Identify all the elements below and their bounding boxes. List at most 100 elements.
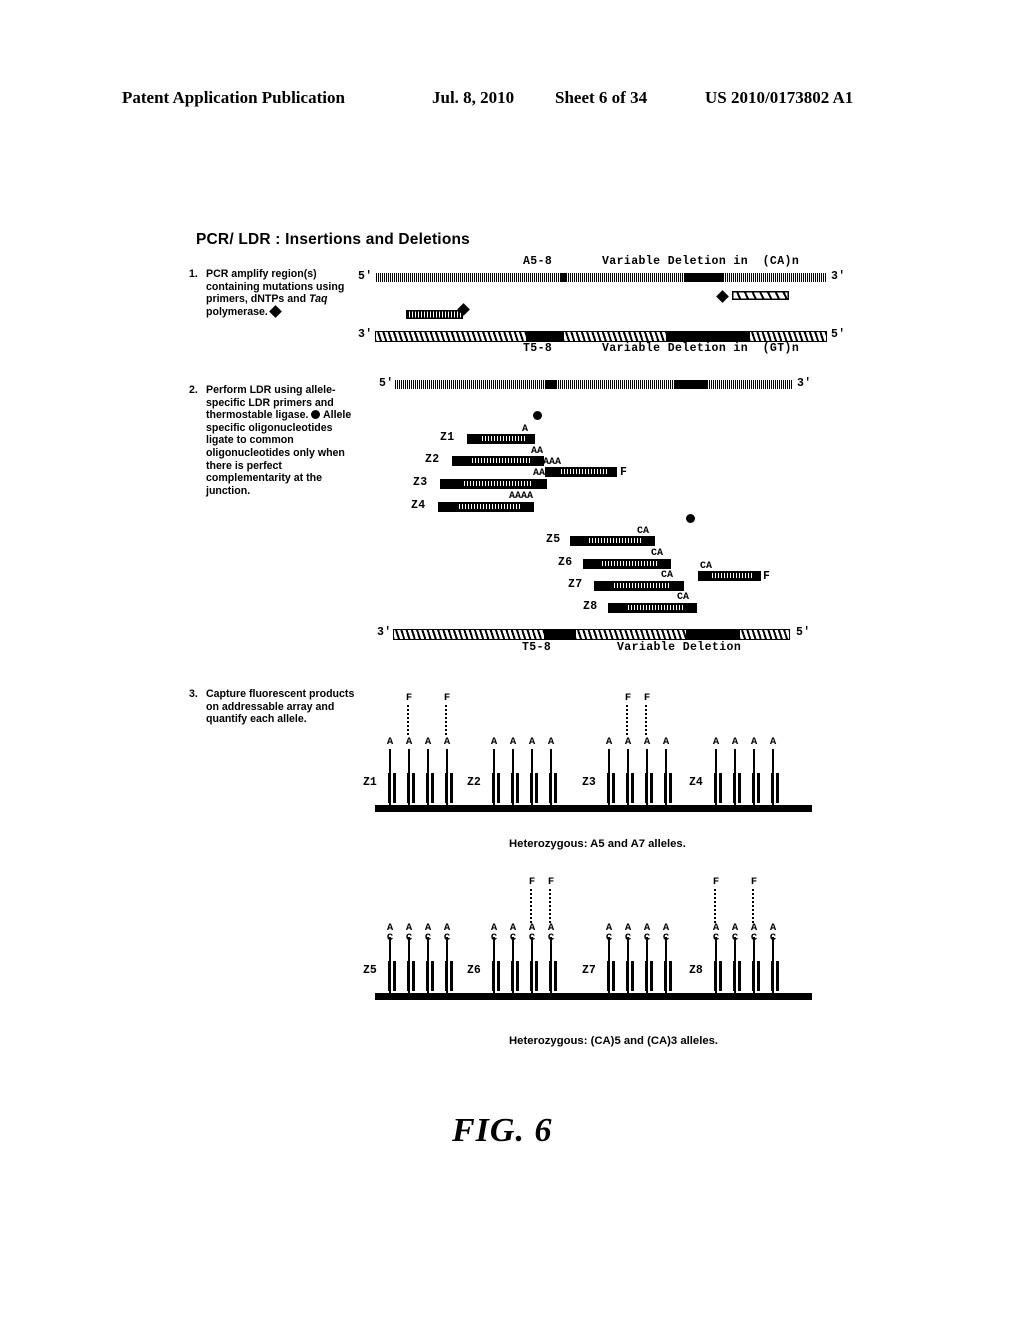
array-group-label: Z1 (363, 776, 377, 789)
hairpin-stem (738, 961, 741, 991)
hairpin-stem (412, 961, 415, 991)
hairpin-base-label: AC (386, 922, 394, 944)
hairpin-stem (631, 961, 634, 991)
hairpin-base-label: AC (662, 922, 670, 944)
hairpin-base-label: AC (731, 922, 739, 944)
hairpin-base-label: AC (712, 922, 720, 944)
hairpin-stem (516, 773, 519, 803)
hairpin-base-label: A (386, 736, 394, 748)
step2-bottom-allele-label: T5-8 (522, 641, 552, 654)
hairpin-base-label: AC (405, 922, 413, 944)
step2-common-b-oligo (698, 571, 761, 581)
step2-bottom-5prime: 5' (796, 626, 811, 639)
step1-right-primer-diamond-icon (716, 290, 729, 303)
hairpin-stem (752, 773, 755, 803)
diamond-marker-icon (268, 304, 282, 318)
hairpin-tail (665, 749, 667, 774)
hairpin-base-label: AC (605, 922, 613, 944)
hairpin-stem (549, 773, 552, 803)
figure-title: PCR/ LDR : Insertions and Deletions (196, 231, 470, 248)
hairpin-tail (753, 749, 755, 774)
step-3-text: 3. Capture fluorescent products on addre… (189, 688, 359, 726)
hairpin-tail (446, 749, 448, 774)
step-3-body: Capture fluorescent products on addressa… (206, 688, 355, 726)
hairpin-tail (646, 749, 648, 774)
hairpin-stem (450, 773, 453, 803)
fluorescent-label: F (624, 692, 632, 704)
step-1-text: 1. PCR amplify region(s) containing muta… (189, 268, 359, 318)
hairpin-base-label: A (547, 736, 555, 748)
hairpin-stem (733, 773, 736, 803)
step2-z4-oligo (438, 502, 534, 512)
hairpin-tail (512, 749, 514, 774)
hairpin-tail (627, 749, 629, 774)
hairpin-stem (497, 961, 500, 991)
hairpin-stem (445, 773, 448, 803)
hairpin-base-label: A (769, 736, 777, 748)
step2-bottom-deletion-label: Variable Deletion (617, 641, 742, 654)
hairpin-stem (669, 961, 672, 991)
hairpin-base-label: A (509, 736, 517, 748)
hairpin-stem (426, 773, 429, 803)
fluorescent-label: F (547, 876, 555, 888)
hairpin-stem (719, 961, 722, 991)
hairpin-stem (607, 961, 610, 991)
hairpin-stem (714, 961, 717, 991)
hairpin-tail (550, 749, 552, 774)
fluorescent-linker (407, 705, 409, 737)
fluorescent-linker (752, 889, 754, 923)
hairpin-base-label: A (712, 736, 720, 748)
hairpin-base-label: A (750, 736, 758, 748)
hairpin-stem (757, 773, 760, 803)
step2-common-a-fluor: F (620, 466, 628, 479)
hairpin-stem (669, 773, 672, 803)
hairpin-base-label: AC (490, 922, 498, 944)
hairpin-tail (427, 749, 429, 774)
step2-z1-oligo (467, 434, 535, 444)
hairpin-stem (757, 961, 760, 991)
fluorescent-label: F (405, 692, 413, 704)
step-2-body: Perform LDR using allele-specific LDR pr… (206, 384, 352, 497)
step2-top-5prime: 5' (379, 377, 394, 390)
step2-z3-zip: Z3 (413, 476, 428, 489)
hairpin-stem (664, 773, 667, 803)
hairpin-stem (733, 961, 736, 991)
hairpin-base-label: A (405, 736, 413, 748)
circle-marker-icon (311, 410, 321, 420)
step2-z7-oligo (594, 581, 684, 591)
fluorescent-linker (714, 889, 716, 923)
array-group-label: Z6 (467, 964, 481, 977)
hairpin-stem (650, 773, 653, 803)
step-1-body: PCR amplify region(s) containing mutatio… (206, 268, 345, 318)
step1-top-strand (375, 273, 827, 282)
hairpin-stem (650, 961, 653, 991)
figure-caption: FIG. 6 (452, 1112, 553, 1149)
hairpin-stem (776, 961, 779, 991)
hairpin-base-label: A (643, 736, 651, 748)
fluorescent-linker (626, 705, 628, 737)
hairpin-stem (645, 961, 648, 991)
hairpin-base-label: A (731, 736, 739, 748)
hairpin-stem (612, 773, 615, 803)
step2-template-bottom-strand (393, 629, 790, 640)
fluorescent-label: F (712, 876, 720, 888)
hairpin-stem (631, 773, 634, 803)
hairpin-base-label: AC (643, 922, 651, 944)
fluorescent-linker (645, 705, 647, 737)
header-sheet: Sheet 6 of 34 (555, 88, 648, 107)
array-two-caption: Heterozygous: (CA)5 and (CA)3 alleles. (509, 1035, 719, 1047)
fluorescent-linker (530, 889, 532, 923)
step1-top-3prime: 3' (831, 270, 846, 283)
hairpin-stem (714, 773, 717, 803)
step-2-text: 2. Perform LDR using allele-specific LDR… (189, 384, 359, 497)
hairpin-base-label: AC (769, 922, 777, 944)
hairpin-base-label: A (624, 736, 632, 748)
step2-z6-oligo (583, 559, 671, 569)
array-group-label: Z3 (582, 776, 596, 789)
array-group-label: Z5 (363, 964, 377, 977)
step2-z3-oligo (440, 479, 547, 489)
step1-bottom-deletion-label: Variable Deletion in (GT)n (602, 342, 800, 355)
hairpin-tail (608, 749, 610, 774)
hairpin-stem (393, 773, 396, 803)
step1-top-allele-label: A5-8 (523, 255, 553, 268)
